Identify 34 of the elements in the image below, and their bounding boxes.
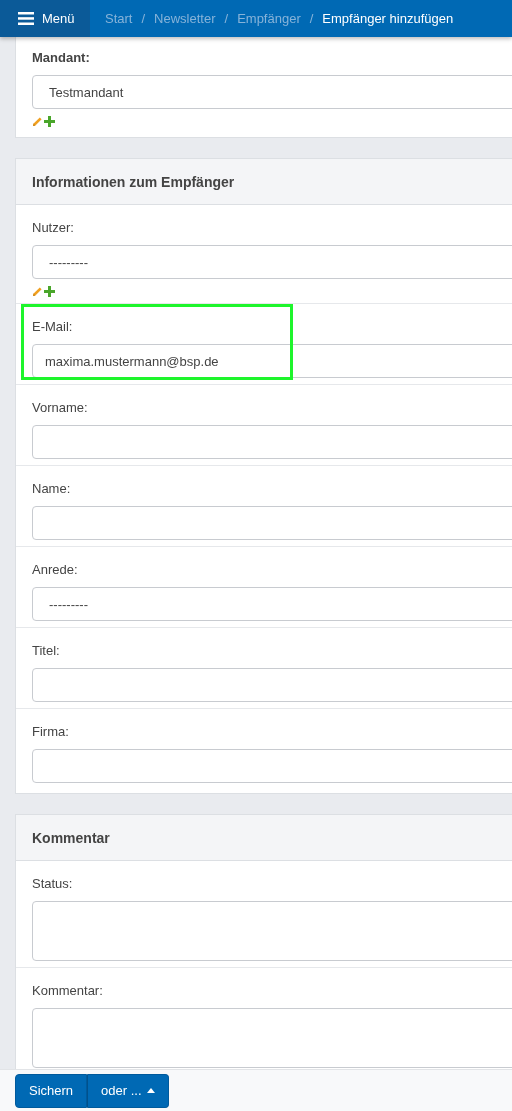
select-field[interactable]: --------- — [32, 245, 512, 279]
menu-button[interactable]: Menü — [0, 0, 90, 37]
pencil-icon[interactable] — [32, 115, 43, 127]
field-label: Status: — [32, 875, 74, 893]
section-title: Kommentar — [32, 829, 110, 846]
field-label: Nutzer: — [32, 219, 75, 237]
breadcrumb-separator: / — [309, 11, 314, 26]
input-field[interactable] — [32, 506, 512, 540]
field-label: Firma: — [32, 723, 70, 741]
plus-icon[interactable] — [44, 285, 55, 297]
field-label: Anrede: — [32, 561, 79, 579]
field-label: Titel: — [32, 642, 61, 660]
section-title: Informationen zum Empfänger — [32, 173, 235, 190]
more-button[interactable]: oder ... — [87, 1073, 169, 1108]
field-label: Kommentar: — [32, 982, 104, 1000]
input-field[interactable]: maxima.mustermann@bsp.de — [32, 344, 512, 378]
input-field[interactable] — [32, 668, 512, 702]
caret-icon — [146, 1088, 155, 1093]
field-label: E-Mail: — [32, 318, 74, 336]
field-label: Vorname: — [32, 399, 89, 417]
field-label: Mandant: — [32, 49, 91, 67]
menu-icon — [18, 12, 34, 25]
breadcrumb-separator: / — [141, 11, 146, 26]
pencil-icon[interactable] — [32, 285, 43, 297]
textarea-field[interactable] — [32, 1008, 512, 1068]
input-field[interactable] — [32, 425, 512, 459]
select-field[interactable]: Testmandant — [32, 75, 512, 109]
field-label: Name: — [32, 480, 72, 498]
save-button[interactable]: Sichern — [15, 1073, 88, 1108]
breadcrumb-separator: / — [224, 11, 229, 26]
input-field[interactable] — [32, 749, 512, 783]
select-field[interactable]: --------- — [32, 587, 512, 621]
textarea-field[interactable] — [32, 901, 512, 961]
plus-icon[interactable] — [44, 115, 55, 127]
